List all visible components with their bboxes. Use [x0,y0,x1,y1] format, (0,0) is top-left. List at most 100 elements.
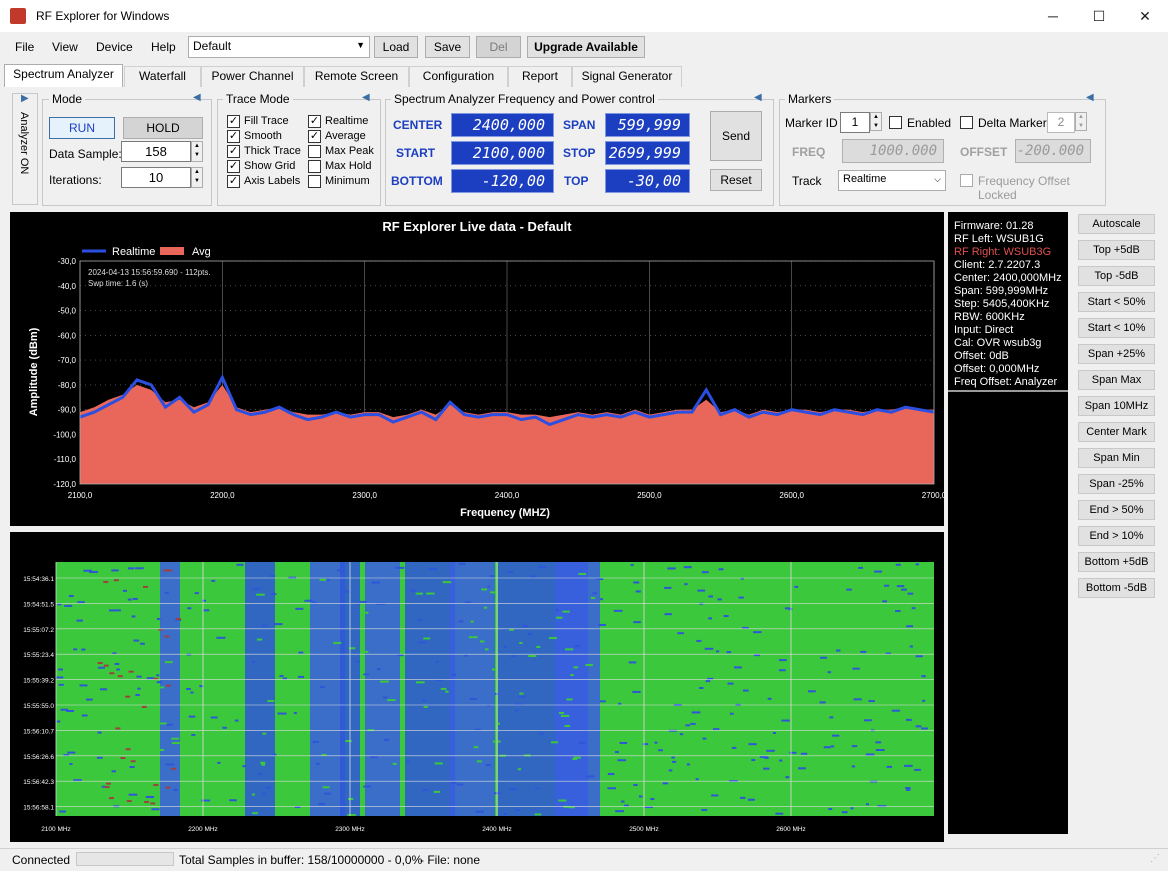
run-button[interactable]: RUN [49,117,115,139]
trace-checkbox-max-hold[interactable] [308,160,321,173]
iterations-input[interactable]: 10 [121,167,191,188]
data-sample-input[interactable]: 158 [121,141,191,162]
side-button-top-5db[interactable]: Top -5dB [1078,266,1155,286]
waterfall-cell [788,608,793,611]
menu-view[interactable]: View [52,40,78,54]
save-button[interactable]: Save [425,36,470,58]
delta-id-spinner[interactable]: ▲ ▼ [1075,112,1087,131]
side-button-start-50-[interactable]: Start < 50% [1078,292,1155,312]
waterfall-hot-cell [120,756,126,759]
maximize-button[interactable]: ☐ [1076,0,1122,32]
close-button[interactable]: ✕ [1122,0,1168,32]
tab-report[interactable]: Report [508,66,572,87]
side-button-bottom-5db[interactable]: Bottom +5dB [1078,552,1155,572]
waterfall-cell [915,725,922,728]
minimize-button[interactable]: ─ [1030,0,1076,32]
freq-control-title: Spectrum Analyzer Frequency and Power co… [391,92,658,106]
delta-marker-checkbox[interactable] [960,116,973,129]
collapse-left-icon[interactable]: ◀ [193,92,201,103]
y-axis-label: Amplitude (dBm) [28,327,40,416]
trace-checkbox-max-peak[interactable] [308,145,321,158]
tab-remote-screen[interactable]: Remote Screen [304,66,409,87]
marker-freq-display[interactable]: 1000.000 [842,139,944,163]
preset-combo[interactable]: Default ▼ [188,36,370,58]
side-button-bottom-5db[interactable]: Bottom -5dB [1078,578,1155,598]
trace-checkbox-smooth[interactable]: ✓ [227,130,240,143]
stop-display[interactable]: 2699,999 [605,141,690,165]
side-button-start-10-[interactable]: Start < 10% [1078,318,1155,338]
menu-help[interactable]: Help [151,40,176,54]
freq-offset-locked-checkbox[interactable] [960,174,973,187]
trace-checkbox-minimum[interactable] [308,175,321,188]
send-button[interactable]: Send [710,111,762,161]
upgrade-button[interactable]: Upgrade Available [527,36,645,58]
spectrum-chart[interactable]: RF Explorer Live data - Default -30,0 -40… [10,212,944,526]
waterfall-cell [779,659,787,662]
waterfall-cell [860,650,867,653]
side-button-span-25-[interactable]: Span -25% [1078,474,1155,494]
waterfall-chart[interactable]: 15:54:36.1 15:54:51.5 15:55:07.2 15:55:23.4… [10,532,944,842]
tab-configuration[interactable]: Configuration [409,66,508,87]
trace-checkbox-average[interactable]: ✓ [308,130,321,143]
tab-spectrum-analyzer[interactable]: Spectrum Analyzer [4,64,123,87]
waterfall-cell [97,731,102,734]
marker-id-input[interactable]: 1 [840,112,870,133]
side-button-span-min[interactable]: Span Min [1078,448,1155,468]
chart-title: RF Explorer Live data - Default [382,219,572,234]
trace-label: Axis Labels [244,175,301,187]
reset-button[interactable]: Reset [710,169,762,191]
side-button-top-5db[interactable]: Top +5dB [1078,240,1155,260]
menu-device[interactable]: Device [96,40,133,54]
tab-power-channel[interactable]: Power Channel [201,66,304,87]
enabled-checkbox[interactable] [889,116,902,129]
collapse-right-icon[interactable]: ▶ [21,93,29,104]
top-label: TOP [564,174,589,188]
waterfall-cell [550,741,559,744]
hold-button[interactable]: HOLD [123,117,203,139]
side-button-autoscale[interactable]: Autoscale [1078,214,1155,234]
side-button-end-10-[interactable]: End > 10% [1078,526,1155,546]
waterfall-freq-label: 2400 MHz [482,826,512,833]
trace-checkbox-realtime[interactable]: ✓ [308,115,321,128]
start-display[interactable]: 2100,000 [451,141,554,165]
waterfall-cell [712,728,720,731]
delta-id-input[interactable]: 2 [1047,112,1075,133]
side-button-center-mark[interactable]: Center Mark [1078,422,1155,442]
center-display[interactable]: 2400,000 [451,113,554,137]
del-button[interactable]: Del [476,36,521,58]
side-button-span-25-[interactable]: Span +25% [1078,344,1155,364]
side-button-span-10mhz[interactable]: Span 10MHz [1078,396,1155,416]
side-button-span-max[interactable]: Span Max [1078,370,1155,390]
markers-group: Markers ◀ Marker ID 1 ▲ ▼ Enabled Delta M… [779,92,1106,206]
waterfall-cell [376,668,381,671]
track-combo[interactable]: Realtime ⌵ [838,170,946,191]
data-sample-spinner[interactable]: ▲ ▼ [191,141,203,162]
waterfall-time-label: 15:55:39.2 [23,678,54,685]
load-button[interactable]: Load [374,36,418,58]
side-button-end-50-[interactable]: End > 50% [1078,500,1155,520]
span-display[interactable]: 599,999 [605,113,690,137]
top-display[interactable]: -30,00 [605,169,690,193]
waterfall-cell [129,766,135,769]
collapse-left-icon[interactable]: ◀ [754,92,762,103]
tab-waterfall[interactable]: Waterfall [124,66,201,87]
resize-grip-icon[interactable]: ⋰ [1150,853,1160,864]
collapse-left-icon[interactable]: ◀ [1086,92,1094,103]
waterfall-cell [874,570,883,573]
trace-checkbox-fill-trace[interactable]: ✓ [227,115,240,128]
waterfall-hot-cell [153,784,159,787]
bottom-display[interactable]: -120,00 [451,169,554,193]
trace-checkbox-thick-trace[interactable]: ✓ [227,145,240,158]
trace-checkbox-show-grid[interactable]: ✓ [227,160,240,173]
info-offset-db: Offset: 0dB [954,350,1009,362]
waterfall-cell [134,567,144,570]
menu-file[interactable]: File [15,40,34,54]
marker-id-spinner[interactable]: ▲ ▼ [870,112,882,131]
marker-offset-display[interactable]: -200.000 [1015,139,1091,163]
trace-checkbox-axis-labels[interactable]: ✓ [227,175,240,188]
y-tick-label: -50,0 [58,307,77,316]
iterations-spinner[interactable]: ▲ ▼ [191,167,203,188]
collapse-left-icon[interactable]: ◀ [362,92,370,103]
waterfall-band [245,562,275,816]
tab-signal-generator[interactable]: Signal Generator [572,66,682,87]
